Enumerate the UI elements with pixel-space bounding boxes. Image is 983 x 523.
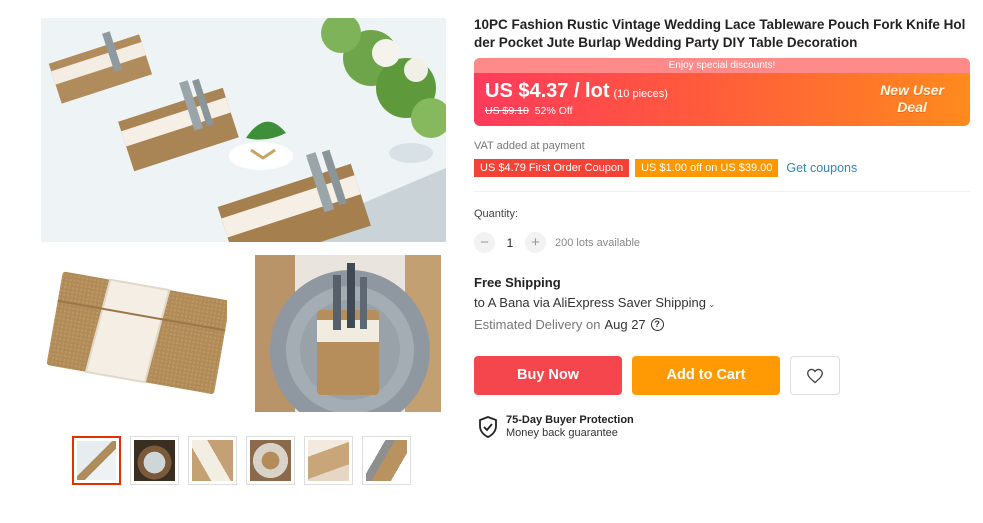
wishlist-button[interactable] [790, 356, 840, 395]
store-coupon[interactable]: US $1.00 off on US $39.00 [635, 159, 779, 177]
shipping-title: Free Shipping [474, 275, 561, 290]
pouch-on-plate-image[interactable] [255, 255, 441, 412]
buyer-protection-title: 75-Day Buyer Protection [506, 414, 634, 426]
quantity-value[interactable]: 1 [495, 236, 525, 250]
product-info-panel: 10PC Fashion Rustic Vintage Wedding Lace… [474, 16, 970, 439]
badge-line-1: New User [880, 82, 944, 98]
quantity-decrease-button[interactable]: − [474, 232, 495, 253]
shipping-method-selector[interactable]: to A Bana via AliExpress Saver Shipping ⌄ [474, 295, 716, 310]
price-banner: Enjoy special discounts! US $4.37 / lot(… [474, 58, 970, 126]
coupon-row: US $4.79 First Order Coupon US $1.00 off… [474, 159, 857, 177]
thumbnail-pouch-on-plate[interactable] [246, 436, 295, 485]
buyer-protection-text: 75-Day Buyer Protection Money back guara… [506, 414, 634, 440]
delivery-date: Aug 27 [604, 317, 646, 332]
price-unit-note: (10 pieces) [613, 88, 668, 100]
product-title: 10PC Fashion Rustic Vintage Wedding Lace… [474, 17, 966, 50]
quantity-stepper: − 1 + 200 lots available [474, 232, 640, 253]
divider [474, 191, 970, 192]
original-price: US $9.10 [485, 105, 529, 117]
buyer-protection-subtitle: Money back guarantee [506, 427, 618, 439]
stock-available: 200 lots available [555, 236, 641, 249]
thumbnail-table-setting[interactable] [72, 436, 121, 485]
new-user-deal-badge: New User Deal [880, 82, 944, 116]
thumbnail-round-table[interactable] [130, 436, 179, 485]
estimated-delivery: Estimated Delivery on Aug 27 ? [474, 317, 664, 332]
quantity-label: Quantity: [474, 208, 519, 220]
thumbnail-strip [72, 436, 411, 485]
chevron-down-icon: ⌄ [707, 299, 716, 309]
price-value: US $4.37 / lot [485, 80, 610, 102]
quantity-increase-button[interactable]: + [525, 232, 546, 253]
buyer-protection: 75-Day Buyer Protection Money back guara… [478, 414, 634, 440]
main-product-image[interactable] [41, 18, 446, 242]
add-to-cart-button[interactable]: Add to Cart [632, 356, 780, 395]
discount-percent: 52% Off [534, 105, 573, 117]
price-discount-line: US $9.10 52% Off [485, 105, 573, 117]
badge-line-2: Deal [897, 99, 927, 115]
thumbnail-pouch-tag[interactable] [304, 436, 353, 485]
heart-icon [807, 368, 823, 383]
thumbnail-pouch-with-cutlery[interactable] [362, 436, 411, 485]
current-price: US $4.37 / lot (10 pieces) [485, 80, 668, 103]
pouch-flat-image[interactable] [41, 255, 227, 412]
thumbnail-lace-runner[interactable] [188, 436, 237, 485]
shipping-method-text: to A Bana via AliExpress Saver Shipping [474, 295, 706, 310]
shield-check-icon [479, 416, 497, 438]
vat-note: VAT added at payment [474, 140, 585, 152]
help-icon[interactable]: ? [650, 318, 664, 331]
get-coupons-link[interactable]: Get coupons [786, 161, 857, 175]
buy-now-button[interactable]: Buy Now [474, 356, 622, 395]
promo-strip: Enjoy special discounts! [474, 58, 970, 73]
first-order-coupon[interactable]: US $4.79 First Order Coupon [474, 159, 630, 177]
delivery-label: Estimated Delivery on [474, 317, 601, 332]
